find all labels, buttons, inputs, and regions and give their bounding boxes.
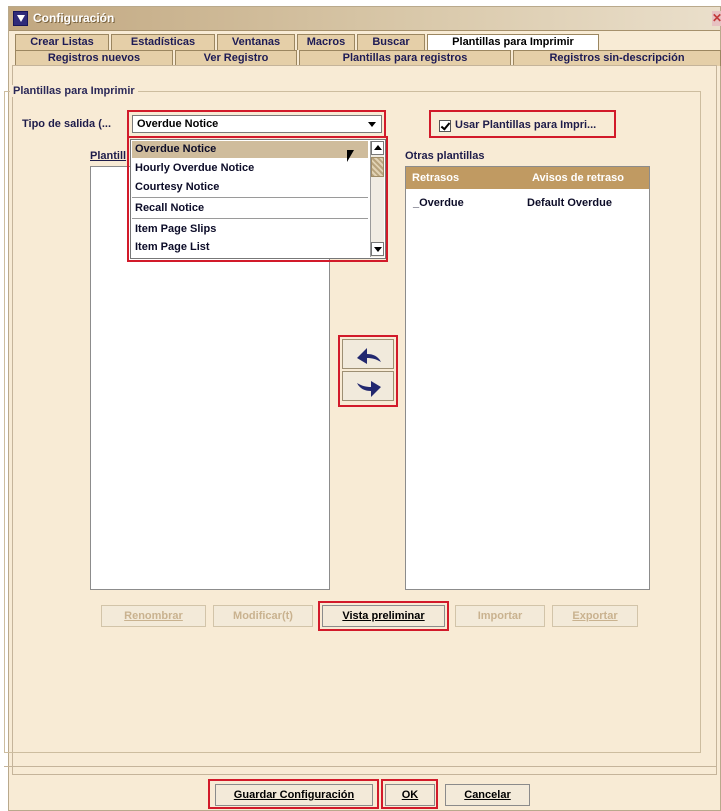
rename-label: Renombrar (124, 610, 183, 622)
window-title: Configuración (33, 11, 115, 25)
dropdown-scrollbar[interactable] (370, 141, 384, 257)
export-label: Exportar (572, 610, 618, 622)
cancel-button[interactable]: Cancelar (445, 784, 530, 806)
output-type-value: Overdue Notice (137, 118, 219, 130)
dropdown-option[interactable]: Hourly Overdue Notice (132, 160, 368, 177)
tab-registros-nuevos[interactable]: Registros nuevos (15, 50, 173, 66)
cancel-label: Cancelar (464, 789, 511, 801)
tab-ventanas[interactable]: Ventanas (217, 34, 295, 50)
preview-label: Vista preliminar (342, 610, 425, 622)
tab-buscar[interactable]: Buscar (357, 34, 425, 50)
ok-label: OK (401, 789, 419, 801)
output-type-select[interactable]: Overdue Notice (132, 115, 382, 133)
row-cell-retraso: _Overdue (413, 197, 464, 209)
output-type-label: Tipo de salida (... (22, 118, 112, 130)
scroll-thumb[interactable] (371, 157, 384, 177)
save-config-button[interactable]: Guardar Configuración (215, 784, 373, 806)
dropdown-option[interactable]: Item Page List (132, 239, 368, 256)
modify-button[interactable]: Modificar(t) (213, 605, 313, 627)
close-icon[interactable]: ✕ (712, 11, 721, 26)
column-header-retrasos[interactable]: Retrasos (406, 167, 459, 189)
column-header-avisos[interactable]: Avisos de retraso (526, 167, 624, 189)
preview-button[interactable]: Vista preliminar (322, 605, 445, 627)
tab-estadisticas[interactable]: Estadísticas (111, 34, 215, 50)
chevron-down-icon[interactable] (368, 122, 376, 127)
scroll-up-icon[interactable] (371, 141, 384, 155)
use-templates-checkbox[interactable] (439, 120, 451, 132)
dropdown-option[interactable]: Courtesy Notice (132, 179, 368, 196)
save-label: Guardar Configuración (233, 789, 355, 801)
arrow-left-icon (357, 348, 381, 364)
row-cell-aviso: Default Overdue (527, 197, 612, 209)
left-list-label: Plantill (90, 150, 127, 162)
dropdown-separator (132, 197, 368, 198)
modify-label: Modificar(t) (233, 610, 293, 622)
tab-crear-listas[interactable]: Crear Listas (15, 34, 109, 50)
move-right-button[interactable] (342, 371, 394, 401)
tab-plantillas-para-registros[interactable]: Plantillas para registros (299, 50, 511, 66)
arrow-right-icon (357, 381, 381, 397)
dropdown-option[interactable]: Recall Notice (132, 200, 368, 217)
tab-macros[interactable]: Macros (297, 34, 355, 50)
dropdown-option[interactable]: Item Page Slips (132, 221, 368, 238)
other-templates-table[interactable]: Retrasos Avisos de retraso _Overdue Defa… (405, 166, 650, 590)
tab-ver-registro[interactable]: Ver Registro (175, 50, 297, 66)
rename-button[interactable]: Renombrar (101, 605, 206, 627)
import-label: Importar (477, 610, 523, 622)
tabs-row-top: Crear Listas Estadísticas Ventanas Macro… (15, 34, 720, 50)
mouse-pointer-icon (347, 150, 354, 162)
group-title: Plantillas para Imprimir (10, 85, 138, 97)
footer-divider (4, 766, 717, 767)
tab-registros-sin-descripcion[interactable]: Registros sin-descripción (513, 50, 721, 66)
use-templates-label[interactable]: Usar Plantillas para Impri... (455, 119, 596, 131)
title-bar: Configuración ✕ (9, 7, 721, 31)
move-left-button[interactable] (342, 339, 394, 369)
tabs-row-bottom: Registros nuevos Ver Registro Plantillas… (15, 50, 721, 66)
tab-plantillas-para-imprimir[interactable]: Plantillas para Imprimir (427, 34, 599, 50)
export-button[interactable]: Exportar (552, 605, 638, 627)
app-icon (13, 11, 28, 26)
other-templates-label: Otras plantillas (405, 150, 485, 162)
dropdown-separator (132, 218, 368, 219)
dropdown-option[interactable]: Overdue Notice (132, 141, 368, 158)
import-button[interactable]: Importar (455, 605, 545, 627)
table-header: Retrasos Avisos de retraso (406, 167, 649, 189)
ok-button[interactable]: OK (385, 784, 435, 806)
scroll-down-icon[interactable] (371, 242, 384, 256)
